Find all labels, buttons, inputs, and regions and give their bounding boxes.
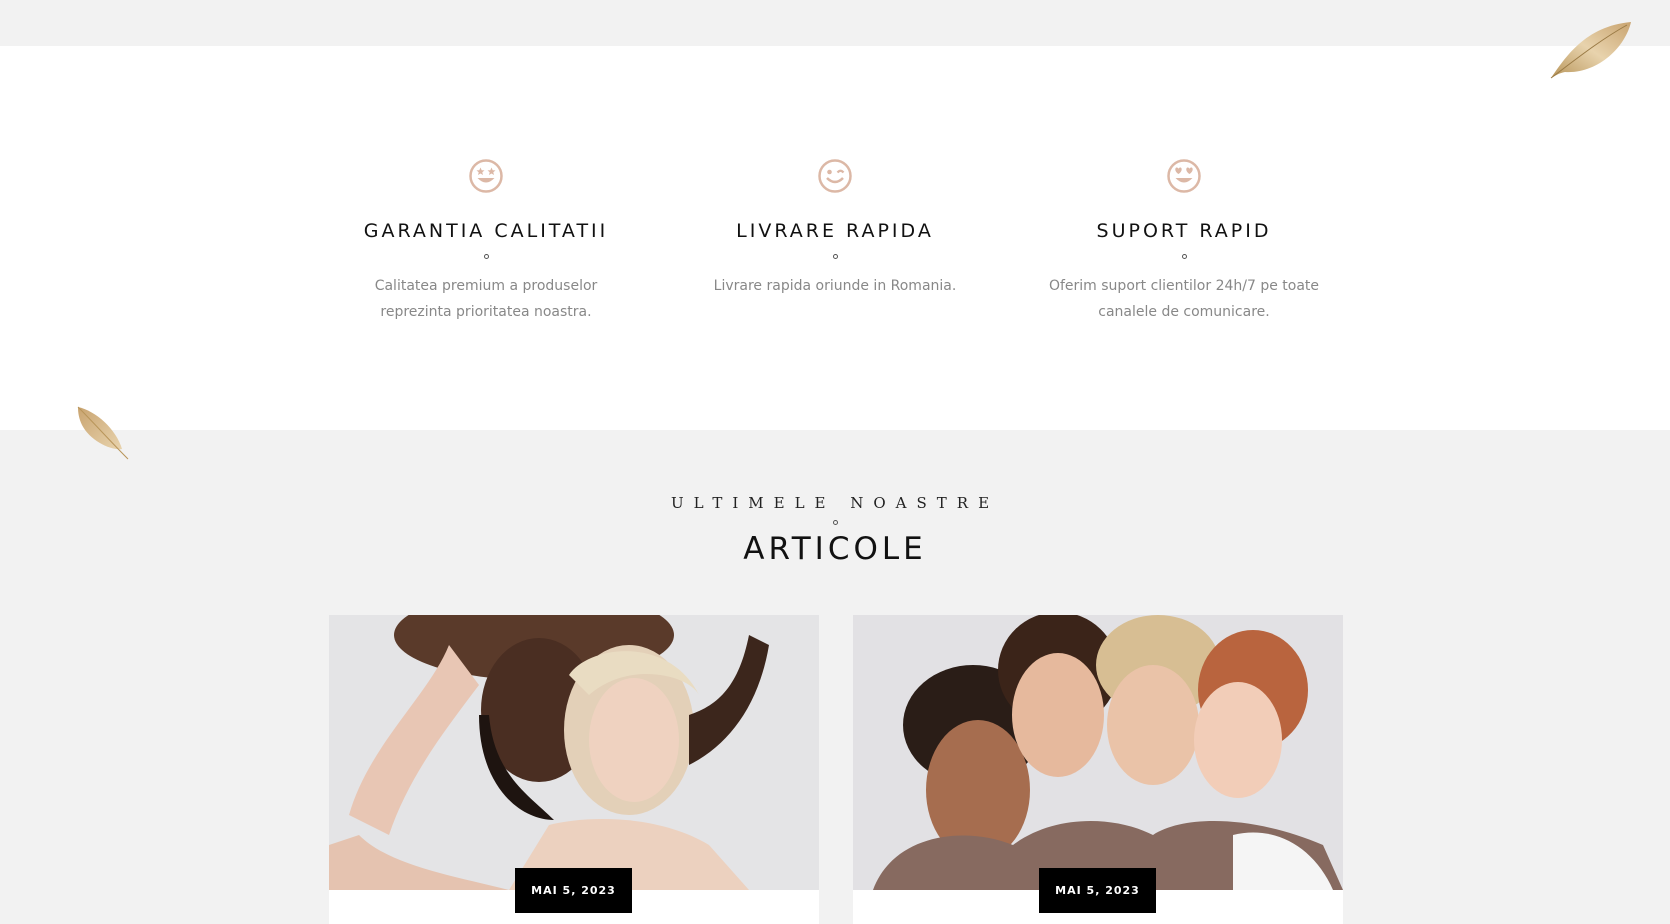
gold-leaf-decoration: [77, 406, 129, 460]
feature-quality: GARANTIA CALITATII Calitatea premium a p…: [336, 158, 636, 325]
blog-kicker: ULTIMELE NOASTRE: [670, 494, 1000, 512]
blog-title: ARTICOLE: [743, 531, 927, 567]
feature-title: GARANTIA CALITATII: [363, 220, 609, 242]
feature-support: SUPORT RAPID Oferim suport clientilor 24…: [1034, 158, 1334, 325]
gold-leaf-decoration: [1550, 22, 1631, 79]
feature-text: Livrare rapida oriunde in Romania.: [713, 278, 957, 294]
feature-title: SUPORT RAPID: [1096, 220, 1272, 242]
features-section: GARANTIA CALITATII Calitatea premium a p…: [0, 46, 1670, 430]
date-badge: MAI 5, 2023: [1039, 868, 1156, 913]
divider-dot: [832, 520, 838, 525]
feature-title: LIVRARE RAPIDA: [736, 220, 934, 242]
feature-delivery: LIVRARE RAPIDA Livrare rapida oriunde in…: [685, 158, 985, 299]
divider-dot: [483, 254, 489, 259]
article-card[interactable]: MAI 5, 2023: [329, 615, 819, 924]
star-eyes-smiley-icon: [469, 159, 503, 193]
divider-dot: [1181, 254, 1187, 259]
feature-text: Oferim suport clientilor 24h/7 pe toate c…: [1048, 278, 1320, 320]
winking-smiley-icon: [818, 159, 852, 193]
feature-text: Calitatea premium a produselor reprezinta…: [374, 278, 598, 320]
article-image[interactable]: [853, 615, 1343, 890]
article-image[interactable]: [329, 615, 819, 890]
date-badge: MAI 5, 2023: [515, 868, 632, 913]
article-card[interactable]: MAI 5, 2023: [853, 615, 1343, 924]
divider-dot: [832, 254, 838, 259]
heart-eyes-smiley-icon: [1167, 159, 1201, 193]
top-strip: [0, 0, 1670, 46]
blog-header: ULTIMELE NOASTRE ARTICOLE: [0, 494, 1670, 567]
